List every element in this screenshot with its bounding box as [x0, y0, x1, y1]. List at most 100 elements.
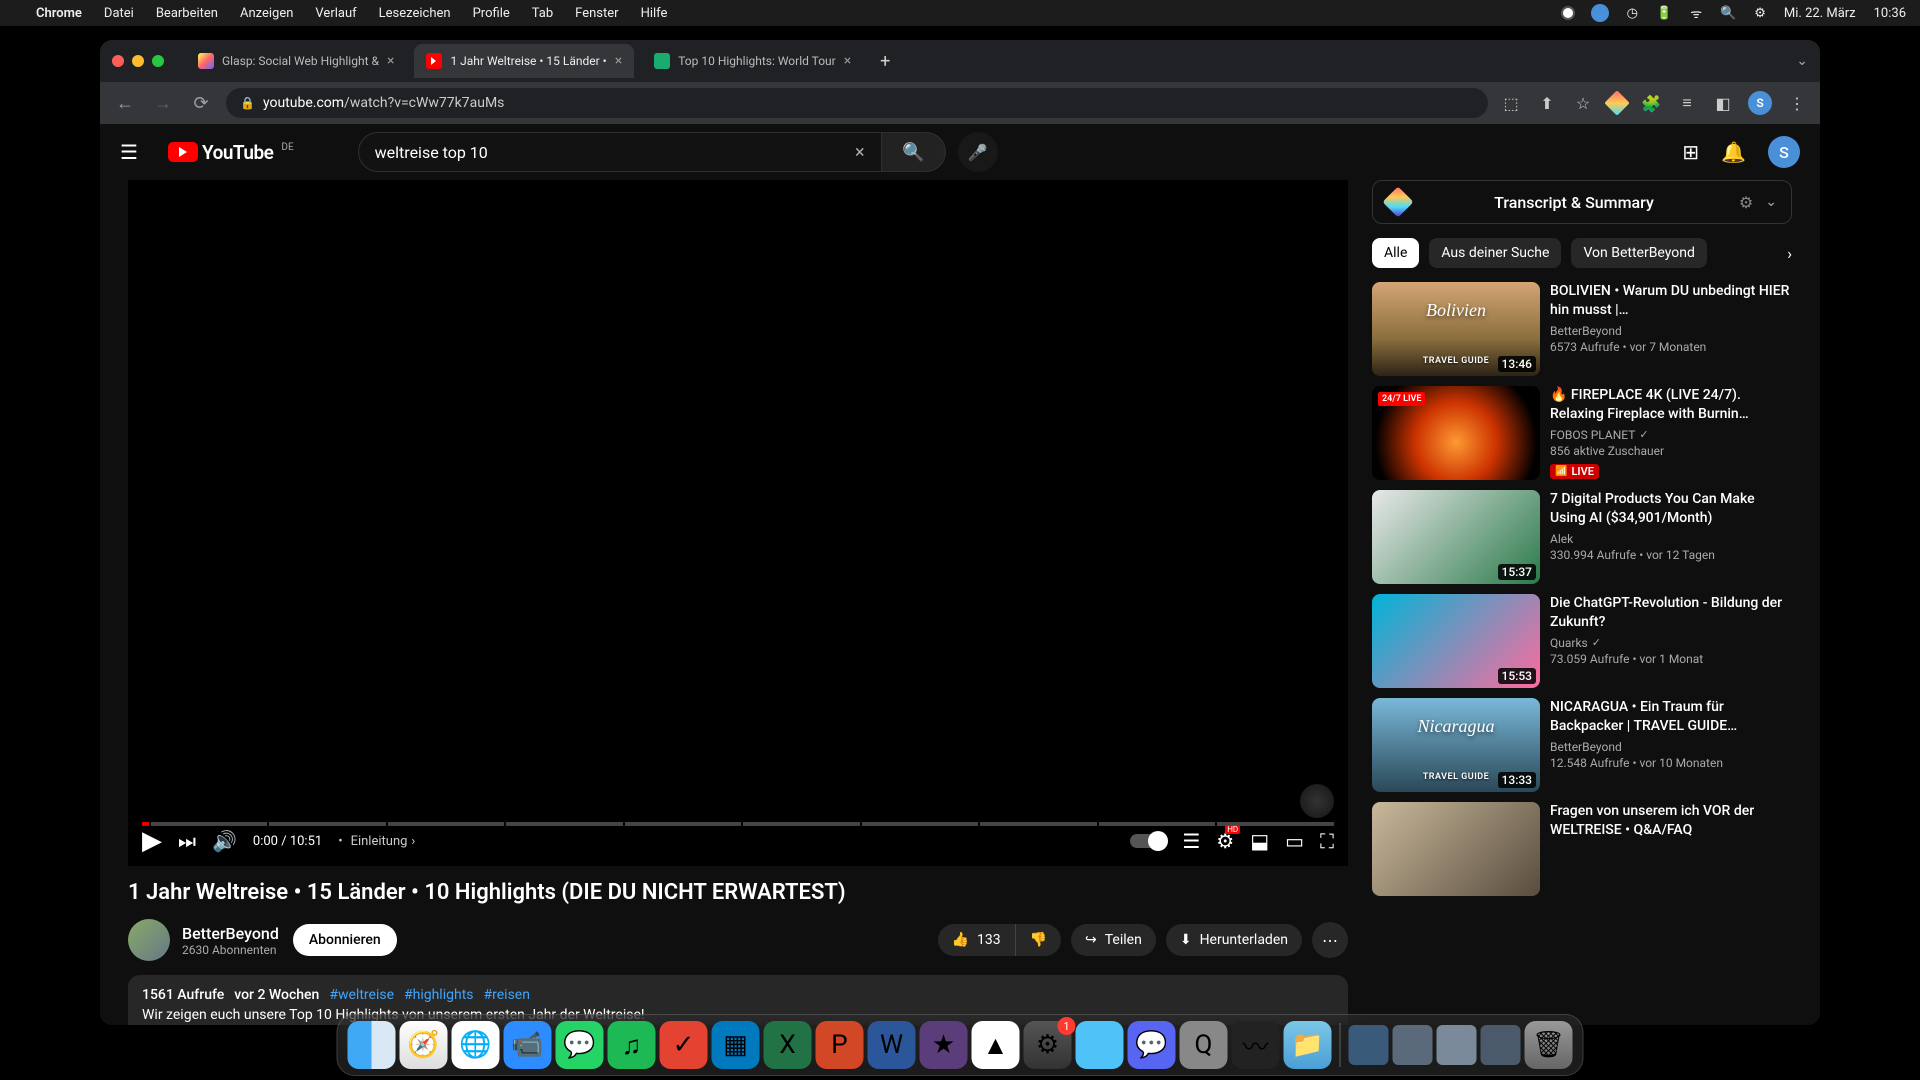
menu-lesezeichen[interactable]: Lesezeichen [379, 6, 451, 21]
reading-list-icon[interactable]: ≡ [1676, 92, 1698, 114]
dock-settings-icon[interactable]: ⚙ [1024, 1021, 1072, 1069]
chrome-menu-icon[interactable]: ⋮ [1786, 92, 1808, 114]
dock-todoist-icon[interactable]: ✓ [660, 1021, 708, 1069]
chip-from-search[interactable]: Aus deiner Suche [1429, 238, 1561, 268]
battery-icon[interactable]: 🔋 [1656, 6, 1672, 21]
install-app-icon[interactable]: ⬚ [1500, 92, 1522, 114]
suggestion-item[interactable]: 24/7 LIVE 🔥 FIREPLACE 4K (LIVE 24/7). Re… [1372, 386, 1792, 480]
close-tab-icon[interactable]: × [844, 53, 851, 69]
tab-highlights[interactable]: Top 10 Highlights: World Tour × [642, 44, 863, 78]
menubar-app-name[interactable]: Chrome [36, 6, 82, 21]
dock-quicktime-icon[interactable]: Q [1180, 1021, 1228, 1069]
dock-minimized-window[interactable] [1481, 1025, 1521, 1065]
dock-minimized-window[interactable] [1437, 1025, 1477, 1065]
download-button[interactable]: ⬇ Herunterladen [1166, 924, 1302, 956]
search-field[interactable] [375, 143, 855, 162]
tab-dropdown-icon[interactable]: ⌄ [1796, 53, 1808, 69]
youtube-avatar[interactable]: S [1768, 136, 1800, 168]
autoplay-toggle[interactable] [1130, 834, 1166, 848]
scroll-chips-right-icon[interactable]: › [1787, 244, 1792, 263]
miniplayer-icon[interactable]: ⬓ [1250, 829, 1269, 853]
youtube-logo[interactable]: YouTube DE [168, 141, 294, 164]
dock-discord-icon[interactable]: 💬 [1128, 1021, 1176, 1069]
hamburger-menu-icon[interactable]: ☰ [120, 140, 144, 164]
notifications-icon[interactable]: 🔔 [1721, 140, 1746, 164]
suggestion-item[interactable]: Bolivien TRAVEL GUIDE 13:46 BOLIVIEN • W… [1372, 282, 1792, 376]
dock-minimized-window[interactable] [1393, 1025, 1433, 1065]
chip-all[interactable]: Alle [1372, 238, 1419, 268]
forward-button[interactable]: → [150, 90, 176, 116]
chapter-label[interactable]: Einleitung › [338, 834, 415, 849]
dock-minimized-window[interactable] [1349, 1025, 1389, 1065]
minimize-window-icon[interactable] [132, 55, 144, 67]
chrome-profile-avatar[interactable]: S [1748, 91, 1772, 115]
dock-excel-icon[interactable]: X [764, 1021, 812, 1069]
close-window-icon[interactable] [112, 55, 124, 67]
search-button[interactable]: 🔍 [882, 132, 946, 172]
dock-powerpoint-icon[interactable]: P [816, 1021, 864, 1069]
wifi-icon[interactable]: ᯤ [1690, 4, 1702, 22]
channel-info[interactable]: BetterBeyond 2630 Abonnenten [128, 919, 279, 961]
dock-zoom-icon[interactable]: 📹 [504, 1021, 552, 1069]
sidepanel-icon[interactable]: ◧ [1712, 92, 1734, 114]
channel-avatar-icon[interactable] [128, 919, 170, 961]
dock-app-icon[interactable] [1076, 1021, 1124, 1069]
menubar-date[interactable]: Mi. 22. März [1784, 6, 1856, 21]
suggestion-item[interactable]: Fragen von unserem ich VOR der WELTREISE… [1372, 802, 1792, 896]
dislike-button[interactable]: 👎 [1016, 924, 1061, 956]
clear-search-icon[interactable]: × [855, 142, 865, 163]
url-input[interactable]: 🔒 youtube.com/watch?v=cWw77k7auMs [226, 88, 1488, 118]
maximize-window-icon[interactable] [152, 55, 164, 67]
transcript-summary-panel[interactable]: Transcript & Summary ⚙ ⌄ [1372, 180, 1792, 224]
channel-name[interactable]: BetterBeyond [182, 924, 279, 943]
subtitles-icon[interactable]: ☰ [1182, 829, 1200, 853]
menu-anzeigen[interactable]: Anzeigen [240, 6, 293, 21]
chip-from-channel[interactable]: Von BetterBeyond [1571, 238, 1706, 268]
back-button[interactable]: ← [112, 90, 138, 116]
menu-verlauf[interactable]: Verlauf [315, 6, 356, 21]
close-tab-icon[interactable]: × [387, 53, 394, 69]
hashtag[interactable]: #weltreise [329, 987, 394, 1003]
menubar-time[interactable]: 10:36 [1874, 6, 1906, 21]
tab-glasp[interactable]: Glasp: Social Web Highlight & × [186, 44, 406, 78]
menu-fenster[interactable]: Fenster [575, 6, 618, 21]
share-icon[interactable]: ⬆ [1536, 92, 1558, 114]
gear-icon[interactable]: ⚙ [1739, 193, 1753, 212]
suggestion-item[interactable]: 15:37 7 Digital Products You Can Make Us… [1372, 490, 1792, 584]
menu-datei[interactable]: Datei [104, 6, 134, 21]
create-icon[interactable]: ⊞ [1682, 140, 1699, 164]
hashtag[interactable]: #reisen [484, 987, 530, 1003]
dock-imovie-icon[interactable]: ★ [920, 1021, 968, 1069]
search-input[interactable]: × [358, 132, 882, 172]
dock-folder-icon[interactable]: 📁 [1284, 1021, 1332, 1069]
search-icon[interactable]: 🔍 [1720, 6, 1736, 21]
play-button[interactable]: ▶ [142, 826, 162, 856]
menu-profile[interactable]: Profile [473, 6, 510, 21]
status-circle-icon[interactable] [1591, 4, 1609, 22]
dock-spotify-icon[interactable]: ♫ [608, 1021, 656, 1069]
video-player[interactable]: ▶ ⏭ 🔊 0:00 / 10:51 Einleitung › ☰ ⚙ ⬓ ▭ … [128, 180, 1348, 866]
settings-gear-icon[interactable]: ⚙ [1216, 829, 1234, 853]
dock-trello-icon[interactable]: ▦ [712, 1021, 760, 1069]
suggestion-item[interactable]: 15:53 Die ChatGPT-Revolution - Bildung d… [1372, 594, 1792, 688]
next-button[interactable]: ⏭ [178, 829, 196, 853]
menu-hilfe[interactable]: Hilfe [641, 6, 668, 21]
theater-mode-icon[interactable]: ▭ [1285, 829, 1304, 853]
dock-safari-icon[interactable]: 🧭 [400, 1021, 448, 1069]
suggestion-item[interactable]: Nicaragua TRAVEL GUIDE 13:33 NICARAGUA •… [1372, 698, 1792, 792]
dock-voice-memos-icon[interactable]: 〰 [1232, 1021, 1280, 1069]
reload-button[interactable]: ⟳ [188, 90, 214, 116]
dock-chrome-icon[interactable]: 🌐 [452, 1021, 500, 1069]
dock-trash-icon[interactable]: 🗑 [1525, 1021, 1573, 1069]
close-tab-icon[interactable]: × [615, 53, 622, 69]
subscribe-button[interactable]: Abonnieren [293, 924, 397, 956]
hashtag[interactable]: #highlights [404, 987, 474, 1003]
chevron-down-icon[interactable]: ⌄ [1765, 194, 1777, 210]
glasp-extension-icon[interactable] [1604, 90, 1629, 115]
tab-youtube[interactable]: 1 Jahr Weltreise • 15 Länder • × [414, 44, 634, 78]
more-actions-button[interactable]: ⋯ [1312, 922, 1348, 958]
control-center-icon[interactable]: ⚙ [1754, 6, 1766, 21]
menu-tab[interactable]: Tab [532, 6, 553, 21]
new-tab-button[interactable]: + [871, 47, 899, 75]
record-icon[interactable] [1563, 8, 1573, 18]
